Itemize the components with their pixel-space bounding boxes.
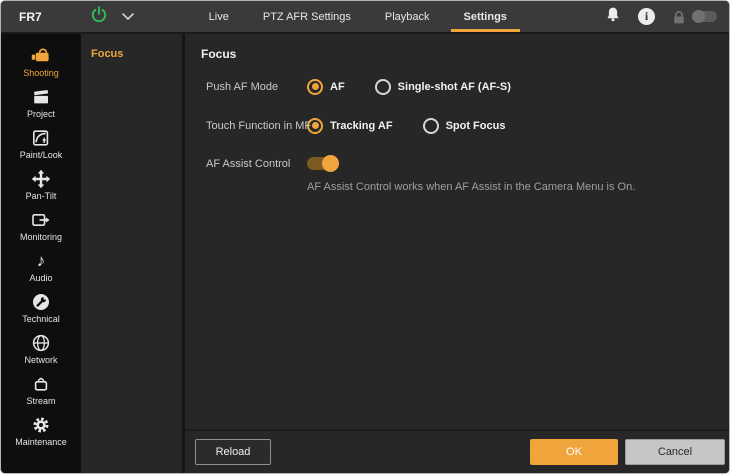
sidebar: Shooting Project <box>1 34 81 473</box>
radio-option-single-shot-af[interactable]: Single-shot AF (AF-S) <box>375 79 511 95</box>
radio-unselected-icon <box>375 79 391 95</box>
setting-row-touch-function-in-mf: Touch Function in MF Tracking AF Spot Fo… <box>185 117 729 134</box>
app-body: Shooting Project <box>1 34 729 473</box>
sidebar-item-monitoring[interactable]: Monitoring <box>1 205 81 246</box>
radio-option-label: Spot Focus <box>446 120 506 132</box>
lock-toggle[interactable] <box>693 11 717 22</box>
sidebar-item-shooting[interactable]: Shooting <box>1 41 81 82</box>
sidebar-item-project[interactable]: Project <box>1 82 81 123</box>
focus-settings-panel: Focus Push AF Mode AF Single-shot AF (AF… <box>185 34 729 473</box>
globe-icon <box>31 333 51 353</box>
sidebar-item-label: Project <box>27 109 55 119</box>
radio-unselected-icon <box>423 118 439 134</box>
submenu-column: Focus <box>81 34 182 473</box>
radio-selected-icon <box>307 79 323 95</box>
chevron-down-icon[interactable] <box>122 8 134 26</box>
sidebar-item-audio[interactable]: ♪ Audio <box>1 246 81 287</box>
tab-live[interactable]: Live <box>192 1 246 32</box>
tab-settings[interactable]: Settings <box>447 1 524 32</box>
music-note-icon: ♪ <box>37 251 46 271</box>
top-icons: i <box>604 5 717 28</box>
power-group <box>90 5 134 28</box>
reload-button[interactable]: Reload <box>195 439 271 465</box>
af-assist-description: AF Assist Control works when AF Assist i… <box>185 181 729 193</box>
clapperboard-icon <box>31 87 51 107</box>
monitor-out-icon <box>31 210 51 230</box>
tab-playback[interactable]: Playback <box>368 1 447 32</box>
cancel-button[interactable]: Cancel <box>625 439 725 465</box>
submenu-item-focus[interactable]: Focus <box>81 34 182 60</box>
sidebar-item-network[interactable]: Network <box>1 328 81 369</box>
sidebar-item-technical[interactable]: Technical <box>1 287 81 328</box>
sidebar-item-label: Stream <box>26 396 55 406</box>
power-icon[interactable] <box>90 5 108 28</box>
fr7-web-app-window: FR7 Live PTZ AFR Settings Playback Setti… <box>0 0 730 474</box>
push-af-mode-radio-group: AF Single-shot AF (AF-S) <box>307 79 511 95</box>
main-tabs: Live PTZ AFR Settings Playback Settings <box>192 1 524 32</box>
footer-right-buttons: OK Cancel <box>530 439 725 465</box>
sidebar-item-paint-look[interactable]: Paint/Look <box>1 123 81 164</box>
sidebar-item-stream[interactable]: Stream <box>1 369 81 410</box>
radio-option-label: Single-shot AF (AF-S) <box>398 81 511 93</box>
wrench-icon <box>31 292 51 312</box>
info-icon[interactable]: i <box>638 8 655 25</box>
pan-tilt-arrows-icon <box>31 169 51 189</box>
lock-icon <box>671 9 687 25</box>
sidebar-item-label: Audio <box>29 273 52 283</box>
radio-option-label: AF <box>330 81 345 93</box>
sidebar-item-maintenance[interactable]: Maintenance <box>1 410 81 451</box>
footer-bar: Reload OK Cancel <box>185 429 729 473</box>
setting-label: Touch Function in MF <box>206 120 311 132</box>
paint-look-icon <box>31 128 51 148</box>
top-bar: FR7 Live PTZ AFR Settings Playback Setti… <box>1 1 729 34</box>
stream-box-icon <box>31 374 51 394</box>
ok-button[interactable]: OK <box>530 439 618 465</box>
radio-option-label: Tracking AF <box>330 120 393 132</box>
panel-title: Focus <box>201 47 729 62</box>
setting-row-push-af-mode: Push AF Mode AF Single-shot AF (AF-S) <box>185 78 729 95</box>
sidebar-item-label: Pan-Tilt <box>26 191 57 201</box>
radio-option-spot-focus[interactable]: Spot Focus <box>423 118 506 134</box>
setting-label: AF Assist Control <box>206 158 290 170</box>
gear-icon <box>31 415 51 435</box>
tab-ptz-afr-settings[interactable]: PTZ AFR Settings <box>246 1 368 32</box>
radio-option-tracking-af[interactable]: Tracking AF <box>307 118 393 134</box>
sidebar-item-label: Paint/Look <box>20 150 63 160</box>
bell-icon[interactable] <box>604 5 622 28</box>
sidebar-item-label: Technical <box>22 314 60 324</box>
brand-label: FR7 <box>19 10 42 24</box>
sidebar-item-pan-tilt[interactable]: Pan-Tilt <box>1 164 81 205</box>
camcorder-icon <box>31 46 51 66</box>
setting-row-af-assist-control: AF Assist Control <box>185 155 729 172</box>
sidebar-item-label: Monitoring <box>20 232 62 242</box>
lock-group[interactable] <box>671 9 717 25</box>
sidebar-item-label: Maintenance <box>15 437 67 447</box>
setting-label: Push AF Mode <box>206 81 278 93</box>
touch-function-radio-group: Tracking AF Spot Focus <box>307 118 505 134</box>
sidebar-item-label: Network <box>24 355 57 365</box>
af-assist-control-toggle[interactable] <box>307 157 337 170</box>
radio-option-af[interactable]: AF <box>307 79 345 95</box>
sidebar-item-label: Shooting <box>23 68 59 78</box>
